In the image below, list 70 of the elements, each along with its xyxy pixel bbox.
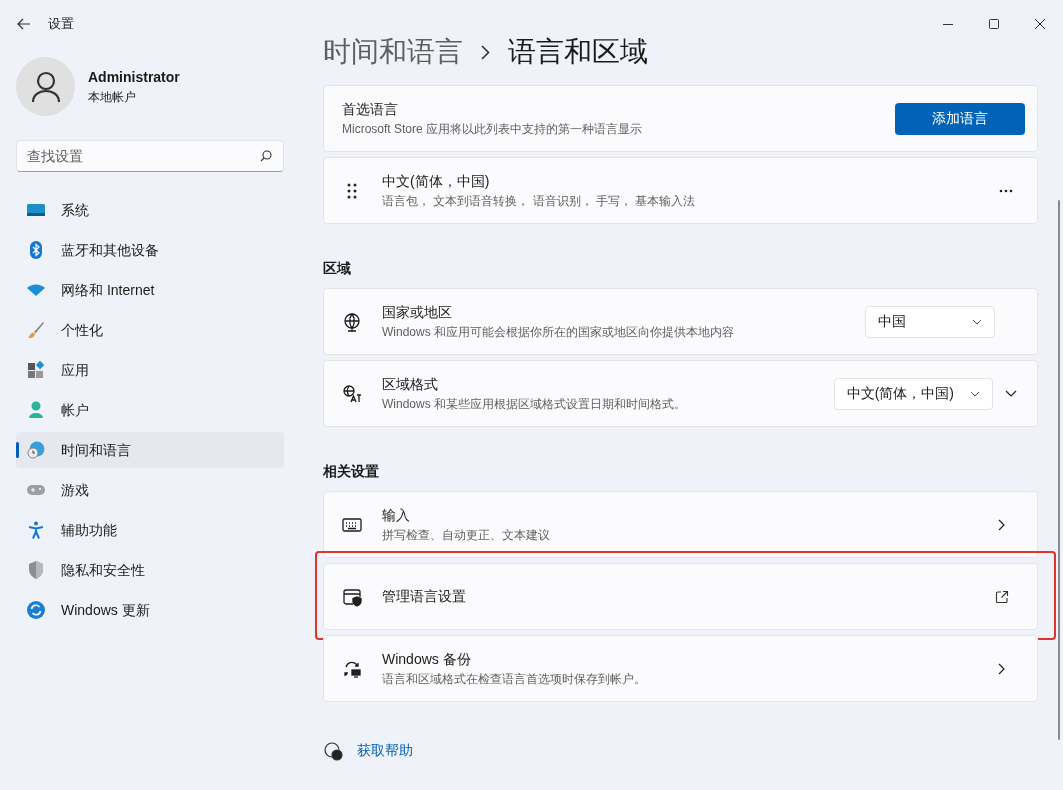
person-icon — [26, 400, 46, 420]
setting-title: 首选语言 — [342, 100, 399, 119]
nav-item[interactable]: 辅助功能 — [16, 512, 284, 548]
accessibility-icon — [26, 520, 46, 540]
person-icon — [30, 70, 61, 103]
nav-item[interactable]: 游戏 — [16, 472, 284, 508]
setting-title: 输入 — [382, 506, 411, 525]
setting-description: 拼写检查、自动更正、文本建议 — [382, 527, 551, 544]
setting-title: 国家或地区 — [382, 303, 453, 322]
scrollbar[interactable] — [1058, 200, 1060, 740]
sync-icon — [26, 600, 46, 620]
nav-item[interactable]: 蓝牙和其他设备 — [16, 232, 284, 268]
external-link-icon[interactable] — [995, 589, 1009, 604]
nav-item[interactable]: 帐户 — [16, 392, 284, 428]
nav-item[interactable]: 系统 — [16, 192, 284, 228]
setting-title: 管理语言设置 — [382, 587, 467, 606]
globe-clock-icon — [26, 440, 46, 460]
add-language-button[interactable]: 添加语言 — [895, 102, 1025, 135]
page-title: 语言和区域 — [508, 35, 648, 69]
breadcrumb-parent[interactable]: 时间和语言 — [323, 31, 463, 73]
settings-card[interactable]: 输入 拼写检查、自动更正、文本建议 — [323, 491, 1038, 558]
selection-indicator — [16, 442, 19, 458]
setting-title: 区域格式 — [382, 375, 439, 394]
nav-item[interactable]: Windows 更新 — [16, 592, 284, 628]
window-shield-icon — [342, 586, 362, 607]
settings-card[interactable]: Windows 备份 语言和区域格式在检查语言首选项时保存到帐户。 — [323, 635, 1038, 702]
chevron-right-icon — [481, 44, 490, 60]
account-name: Administrator — [88, 68, 180, 87]
caret-icon — [972, 318, 982, 325]
help-link[interactable]: 获取帮助 — [357, 740, 413, 761]
maximize-icon — [989, 19, 999, 29]
setting-description: Windows 和应用可能会根据你所在的国家或地区向你提供本地内容 — [382, 324, 735, 341]
setting-description: Windows 和某些应用根据区域格式设置日期和时间格式。 — [382, 396, 687, 413]
nav-item[interactable]: 隐私和安全性 — [16, 552, 284, 588]
search-icon — [260, 150, 272, 162]
settings-card[interactable]: 管理语言设置 — [323, 563, 1038, 630]
close-icon — [1035, 19, 1045, 29]
settings-card[interactable]: 首选语言 Microsoft Store 应用将以此列表中支持的第一种语言显示 添加语言 — [323, 85, 1038, 152]
chevron-right-icon[interactable] — [998, 662, 1005, 675]
more-icon[interactable] — [999, 188, 1013, 193]
window-title: 设置 — [48, 15, 74, 34]
setting-description: 语言和区域格式在检查语言首选项时保存到帐户。 — [382, 671, 647, 688]
language-icon — [342, 383, 362, 404]
settings-card[interactable]: 区域格式 Windows 和某些应用根据区域格式设置日期和时间格式。 中文(简体，中国) — [323, 360, 1038, 427]
help-icon — [323, 740, 343, 761]
nav-item[interactable]: 个性化 — [16, 312, 284, 348]
section-heading: 相关设置 — [323, 462, 380, 481]
globe-icon — [342, 311, 362, 332]
minimize-icon — [943, 23, 953, 25]
back-arrow-icon[interactable] — [17, 18, 31, 30]
search-field[interactable]: 查找设置 — [16, 140, 284, 172]
setting-description: Microsoft Store 应用将以此列表中支持的第一种语言显示 — [342, 121, 644, 138]
account-type: 本地帐户 — [88, 89, 137, 106]
nav-item[interactable]: 时间和语言 — [16, 432, 284, 468]
chevron-right-icon[interactable] — [998, 518, 1005, 531]
nav-item[interactable]: 网络和 Internet — [16, 272, 284, 308]
shield-icon — [26, 560, 46, 580]
settings-card[interactable]: 国家或地区 Windows 和应用可能会根据你所在的国家或地区向你提供本地内容 中国 — [323, 288, 1038, 355]
dropdown[interactable]: 中文(简体，中国) — [833, 377, 993, 410]
expand-chevron-icon[interactable] — [1005, 390, 1017, 397]
caret-icon — [970, 390, 980, 397]
setting-description: 语言包， 文本到语音转换， 语音识别， 手写， 基本输入法 — [382, 193, 697, 210]
setting-title: 中文(简体，中国) — [382, 172, 491, 191]
section-heading: 区域 — [323, 259, 352, 278]
apps-icon — [26, 360, 46, 380]
settings-card[interactable]: 中文(简体，中国) 语言包， 文本到语音转换， 语音识别， 手写， 基本输入法 — [323, 157, 1038, 224]
dropdown[interactable]: 中国 — [865, 305, 995, 338]
brush-icon — [26, 320, 46, 340]
setting-title: Windows 备份 — [382, 650, 472, 669]
nav-item[interactable]: 应用 — [16, 352, 284, 388]
